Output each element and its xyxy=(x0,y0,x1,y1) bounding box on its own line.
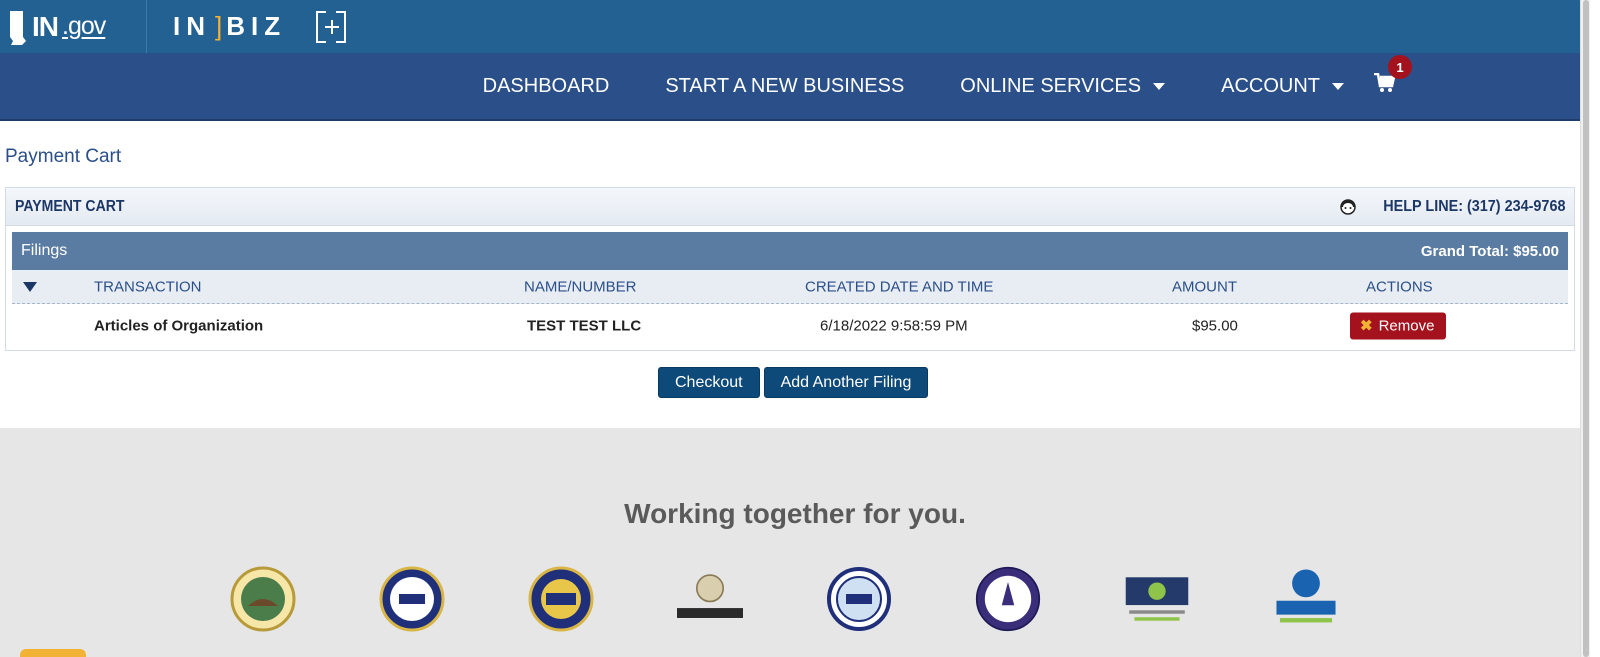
page-title: Payment Cart xyxy=(5,146,122,167)
nav-start-new-business[interactable]: START A NEW BUSINESS xyxy=(665,75,904,98)
inbiz-left: IN xyxy=(173,11,211,41)
add-another-filing-button[interactable]: Add Another Filing xyxy=(763,367,929,398)
partner-logos xyxy=(230,566,1422,632)
seal-of-indiana-logo[interactable] xyxy=(230,566,296,632)
workforce-development-logo[interactable] xyxy=(677,566,743,632)
col-transaction: TRANSACTION xyxy=(94,278,202,295)
remove-label: Remove xyxy=(1378,317,1435,334)
ingov-suffix: .gov xyxy=(62,12,106,40)
footer: Working together for you. xyxy=(0,428,1590,657)
chevron-down-icon xyxy=(1153,82,1166,90)
ingov-logo[interactable]: IN .gov xyxy=(0,0,147,53)
dor-logo[interactable] xyxy=(528,566,594,632)
iot-logo[interactable] xyxy=(1124,566,1190,632)
inbiz-right: BIZ xyxy=(226,11,287,41)
chat-tab[interactable] xyxy=(20,649,86,657)
filings-table: Filings Grand Total: $95.00 TRANSACTION … xyxy=(12,232,1568,348)
nav-online-services[interactable]: ONLINE SERVICES xyxy=(960,75,1166,98)
secretary-of-state-logo[interactable] xyxy=(379,566,445,632)
panel-header: PAYMENT CART HELP LINE: (317) 234-9768 xyxy=(6,188,1574,226)
indiana-sbdc-logo[interactable] xyxy=(1273,566,1339,632)
row-name-number: TEST TEST LLC xyxy=(527,317,642,335)
cart-actions: Checkout Add Another Filing xyxy=(658,367,932,398)
main-nav: DASHBOARD START A NEW BUSINESS ONLINE SE… xyxy=(0,53,1590,121)
inbiz-logo[interactable]: IN ] BIZ xyxy=(147,0,286,53)
col-amount: AMOUNT xyxy=(1172,278,1237,295)
cart-count-badge: 1 xyxy=(1388,55,1412,79)
helpline-text: HELP LINE: (317) 234-9768 xyxy=(1382,197,1565,215)
scrollbar-thumb[interactable] xyxy=(1583,0,1589,657)
remove-button[interactable]: ✖ Remove xyxy=(1350,312,1447,340)
vertical-scrollbar[interactable] xyxy=(1580,0,1590,657)
row-created: 6/18/2022 9:58:59 PM xyxy=(820,317,968,335)
attorney-general-logo[interactable] xyxy=(975,566,1041,632)
nav-dashboard[interactable]: DASHBOARD xyxy=(483,75,610,98)
panel-title: PAYMENT CART xyxy=(15,197,125,215)
page: IN .gov IN ] BIZ DASHBOARD START A NEW BU… xyxy=(0,0,1590,657)
cart-button[interactable]: 1 xyxy=(1374,55,1412,99)
chevron-down-icon xyxy=(1332,82,1344,90)
col-name-number: NAME/NUMBER xyxy=(524,278,637,295)
indiana-state-icon xyxy=(10,10,26,45)
support-agent-icon xyxy=(1339,198,1356,215)
col-created: CREATED DATE AND TIME xyxy=(805,278,994,295)
filings-label: Filings xyxy=(21,242,68,259)
collapse-toggle-icon[interactable] xyxy=(23,281,37,292)
nav-account[interactable]: ACCOUNT xyxy=(1221,75,1344,98)
filings-bar: Filings Grand Total: $95.00 xyxy=(12,232,1568,270)
checkout-button[interactable]: Checkout xyxy=(658,367,760,398)
footer-tagline: Working together for you. xyxy=(624,498,966,529)
grand-total: Grand Total: $95.00 xyxy=(1420,242,1559,260)
col-actions: ACTIONS xyxy=(1366,278,1433,295)
helpline: HELP LINE: (317) 234-9768 xyxy=(1339,198,1565,216)
table-header: TRANSACTION NAME/NUMBER CREATED DATE AND… xyxy=(12,270,1568,304)
row-amount: $95.00 xyxy=(1192,317,1238,335)
add-plus-icon[interactable] xyxy=(316,10,347,43)
row-transaction: Articles of Organization xyxy=(94,317,264,335)
inbiz-bracket: ] xyxy=(215,11,223,41)
pla-logo[interactable] xyxy=(826,566,892,632)
payment-cart-panel: PAYMENT CART HELP LINE: (317) 234-9768 F… xyxy=(5,187,1575,351)
close-icon: ✖ xyxy=(1360,317,1373,335)
table-row: Articles of Organization TEST TEST LLC 6… xyxy=(12,304,1568,348)
top-bar: IN .gov IN ] BIZ xyxy=(0,0,1590,53)
ingov-brand: IN xyxy=(32,10,59,42)
